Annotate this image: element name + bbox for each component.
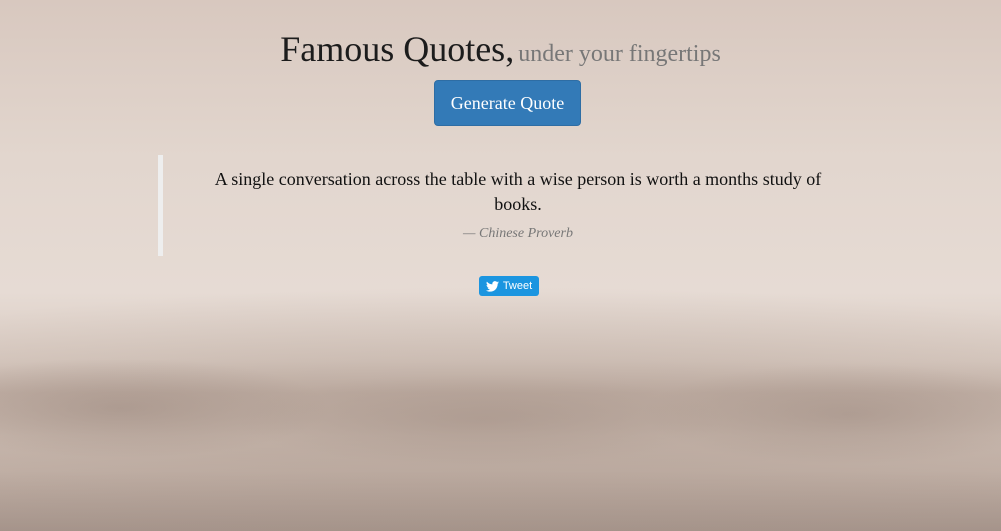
tweet-button[interactable]: Tweet xyxy=(479,276,539,296)
page-title: Famous Quotes, xyxy=(280,29,515,69)
quote-blockquote: A single conversation across the table w… xyxy=(158,155,863,256)
background-lower-band xyxy=(0,471,1001,531)
twitter-bird-icon xyxy=(485,280,499,292)
generate-quote-button[interactable]: Generate Quote xyxy=(434,80,581,126)
tweet-label: Tweet xyxy=(502,280,533,292)
page-header: Famous Quotes, under your fingertips xyxy=(0,28,1001,70)
quote-author: — Chinese Proverb xyxy=(463,226,573,241)
quote-text: A single conversation across the table w… xyxy=(214,169,822,214)
background-mist xyxy=(0,360,1001,480)
page-subtitle: under your fingertips xyxy=(518,41,721,67)
